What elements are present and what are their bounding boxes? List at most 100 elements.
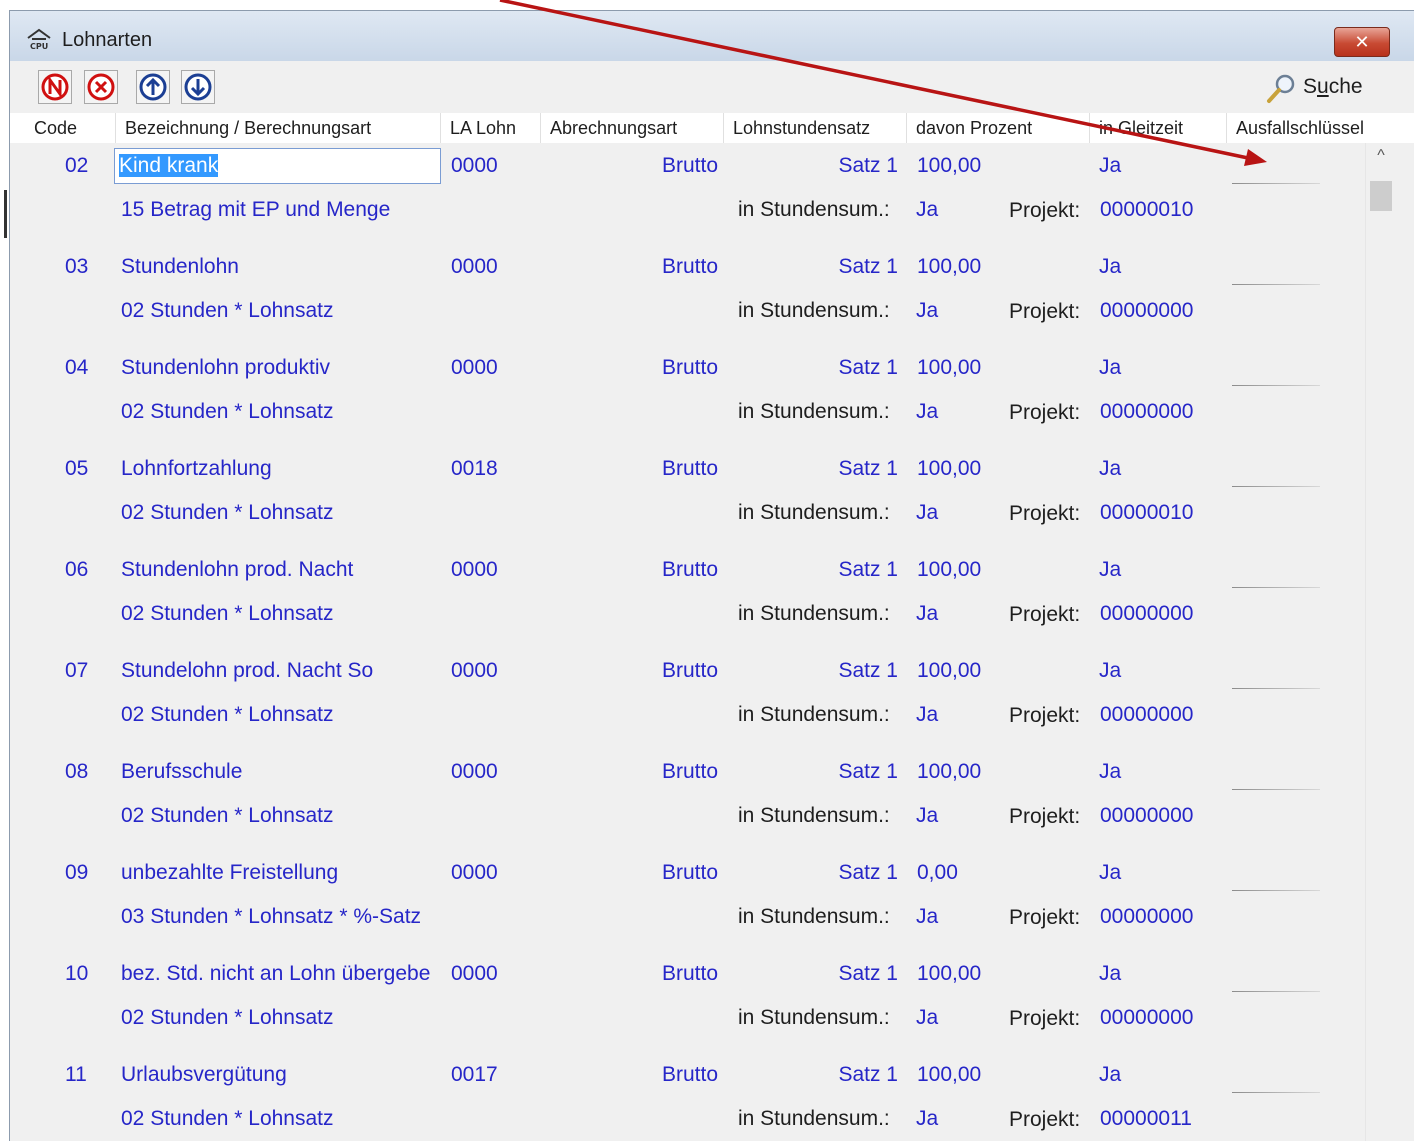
code-cell[interactable]: 04	[65, 355, 88, 381]
berechnungsart-cell[interactable]: 02 Stunden * Lohnsatz	[121, 500, 334, 526]
lohnstundensatz-cell[interactable]: Satz 1	[730, 355, 898, 381]
table-row[interactable]: 02 Kind krank 0000 Brutto Satz 1 100,00 …	[10, 143, 1365, 244]
code-cell[interactable]: 05	[65, 456, 88, 482]
gleitzeit-cell[interactable]: Ja	[1099, 860, 1121, 886]
ausfallschluessel-field[interactable]	[1232, 486, 1320, 487]
gleitzeit-cell[interactable]: Ja	[1099, 153, 1121, 179]
lohnstundensatz-cell[interactable]: Satz 1	[730, 1062, 898, 1088]
table-row[interactable]: 06 Stundenlohn prod. Nacht 0000 Brutto S…	[10, 547, 1365, 648]
lohnstundensatz-cell[interactable]: Satz 1	[730, 557, 898, 583]
stundensumme-cell[interactable]: Ja	[916, 1106, 938, 1132]
move-up-button[interactable]	[136, 70, 170, 104]
stundensumme-cell[interactable]: Ja	[916, 1005, 938, 1031]
berechnungsart-cell[interactable]: 02 Stunden * Lohnsatz	[121, 601, 334, 627]
gleitzeit-cell[interactable]: Ja	[1099, 355, 1121, 381]
ausfallschluessel-field[interactable]	[1232, 385, 1320, 386]
table-row[interactable]: 10 bez. Std. nicht an Lohn übergebe 0000…	[10, 951, 1365, 1052]
stundensumme-cell[interactable]: Ja	[916, 904, 938, 930]
abrechnungsart-cell[interactable]: Brutto	[550, 961, 718, 987]
stundensumme-cell[interactable]: Ja	[916, 298, 938, 324]
stundensumme-cell[interactable]: Ja	[916, 399, 938, 425]
col-header-bezeichnung[interactable]: Bezeichnung / Berechnungsart	[116, 113, 441, 143]
abrechnungsart-cell[interactable]: Brutto	[550, 860, 718, 886]
gleitzeit-cell[interactable]: Ja	[1099, 557, 1121, 583]
ausfallschluessel-field[interactable]	[1232, 890, 1320, 891]
projekt-cell[interactable]: 00000010	[1100, 500, 1193, 526]
gleitzeit-cell[interactable]: Ja	[1099, 1062, 1121, 1088]
scroll-thumb[interactable]	[1370, 181, 1392, 211]
projekt-cell[interactable]: 00000000	[1100, 298, 1193, 324]
gleitzeit-cell[interactable]: Ja	[1099, 759, 1121, 785]
ausfallschluessel-field[interactable]	[1232, 991, 1320, 992]
projekt-cell[interactable]: 00000010	[1100, 197, 1193, 223]
bezeichnung-input[interactable]: Kind krank	[114, 148, 441, 184]
ausfallschluessel-field[interactable]	[1232, 688, 1320, 689]
lohnstundensatz-cell[interactable]: Satz 1	[730, 860, 898, 886]
code-cell[interactable]: 10	[65, 961, 88, 987]
scroll-up-arrow[interactable]: ^	[1366, 147, 1396, 171]
ausfallschluessel-field[interactable]	[1232, 587, 1320, 588]
code-cell[interactable]: 03	[65, 254, 88, 280]
abrechnungsart-cell[interactable]: Brutto	[550, 254, 718, 280]
bezeichnung-cell[interactable]: Lohnfortzahlung	[121, 456, 441, 482]
new-button[interactable]	[38, 70, 72, 104]
col-header-la-lohn[interactable]: LA Lohn	[441, 113, 541, 143]
ausfallschluessel-field[interactable]	[1232, 1092, 1320, 1093]
col-header-gleitzeit[interactable]: in Gleitzeit	[1090, 113, 1227, 143]
col-header-code[interactable]: Code	[25, 113, 116, 143]
prozent-cell[interactable]: 100,00	[917, 961, 981, 987]
abrechnungsart-cell[interactable]: Brutto	[550, 658, 718, 684]
berechnungsart-cell[interactable]: 15 Betrag mit EP und Menge	[121, 197, 390, 223]
gleitzeit-cell[interactable]: Ja	[1099, 456, 1121, 482]
projekt-cell[interactable]: 00000000	[1100, 904, 1193, 930]
move-down-button[interactable]	[181, 70, 215, 104]
berechnungsart-cell[interactable]: 02 Stunden * Lohnsatz	[121, 399, 334, 425]
stundensumme-cell[interactable]: Ja	[916, 803, 938, 829]
projekt-cell[interactable]: 00000000	[1100, 601, 1193, 627]
berechnungsart-cell[interactable]: 02 Stunden * Lohnsatz	[121, 702, 334, 728]
abrechnungsart-cell[interactable]: Brutto	[550, 759, 718, 785]
projekt-cell[interactable]: 00000000	[1100, 399, 1193, 425]
berechnungsart-cell[interactable]: 02 Stunden * Lohnsatz	[121, 1005, 334, 1031]
table-row[interactable]: 07 Stundelohn prod. Nacht So 0000 Brutto…	[10, 648, 1365, 749]
ausfallschluessel-field[interactable]	[1232, 183, 1320, 184]
code-cell[interactable]: 06	[65, 557, 88, 583]
table-row[interactable]: 09 unbezahlte Freistellung 0000 Brutto S…	[10, 850, 1365, 951]
la-lohn-cell[interactable]: 0000	[451, 153, 498, 179]
la-lohn-cell[interactable]: 0000	[451, 557, 498, 583]
code-cell[interactable]: 09	[65, 860, 88, 886]
lohnstundensatz-cell[interactable]: Satz 1	[730, 961, 898, 987]
lohnstundensatz-cell[interactable]: Satz 1	[730, 456, 898, 482]
la-lohn-cell[interactable]: 0000	[451, 961, 498, 987]
abrechnungsart-cell[interactable]: Brutto	[550, 456, 718, 482]
la-lohn-cell[interactable]: 0000	[451, 759, 498, 785]
la-lohn-cell[interactable]: 0017	[451, 1062, 498, 1088]
bezeichnung-cell[interactable]: unbezahlte Freistellung	[121, 860, 441, 886]
prozent-cell[interactable]: 100,00	[917, 759, 981, 785]
berechnungsart-cell[interactable]: 02 Stunden * Lohnsatz	[121, 1106, 334, 1132]
code-cell[interactable]: 02	[65, 153, 88, 179]
la-lohn-cell[interactable]: 0000	[451, 254, 498, 280]
table-row[interactable]: 03 Stundenlohn 0000 Brutto Satz 1 100,00…	[10, 244, 1365, 345]
lohnstundensatz-cell[interactable]: Satz 1	[730, 153, 898, 179]
projekt-cell[interactable]: 00000000	[1100, 803, 1193, 829]
la-lohn-cell[interactable]: 0018	[451, 456, 498, 482]
bezeichnung-cell[interactable]: Stundenlohn produktiv	[121, 355, 441, 381]
berechnungsart-cell[interactable]: 02 Stunden * Lohnsatz	[121, 298, 334, 324]
stundensumme-cell[interactable]: Ja	[916, 702, 938, 728]
abrechnungsart-cell[interactable]: Brutto	[550, 153, 718, 179]
bezeichnung-cell[interactable]: Stundenlohn	[121, 254, 441, 280]
la-lohn-cell[interactable]: 0000	[451, 860, 498, 886]
abrechnungsart-cell[interactable]: Brutto	[550, 557, 718, 583]
vertical-scrollbar[interactable]: ^	[1365, 143, 1396, 1141]
prozent-cell[interactable]: 100,00	[917, 355, 981, 381]
bezeichnung-cell[interactable]: Stundenlohn prod. Nacht	[121, 557, 441, 583]
abrechnungsart-cell[interactable]: Brutto	[550, 355, 718, 381]
delete-button[interactable]	[84, 70, 118, 104]
prozent-cell[interactable]: 100,00	[917, 153, 981, 179]
code-cell[interactable]: 08	[65, 759, 88, 785]
abrechnungsart-cell[interactable]: Brutto	[550, 1062, 718, 1088]
la-lohn-cell[interactable]: 0000	[451, 658, 498, 684]
table-row[interactable]: 11 Urlaubsvergütung 0017 Brutto Satz 1 1…	[10, 1052, 1365, 1141]
prozent-cell[interactable]: 100,00	[917, 456, 981, 482]
